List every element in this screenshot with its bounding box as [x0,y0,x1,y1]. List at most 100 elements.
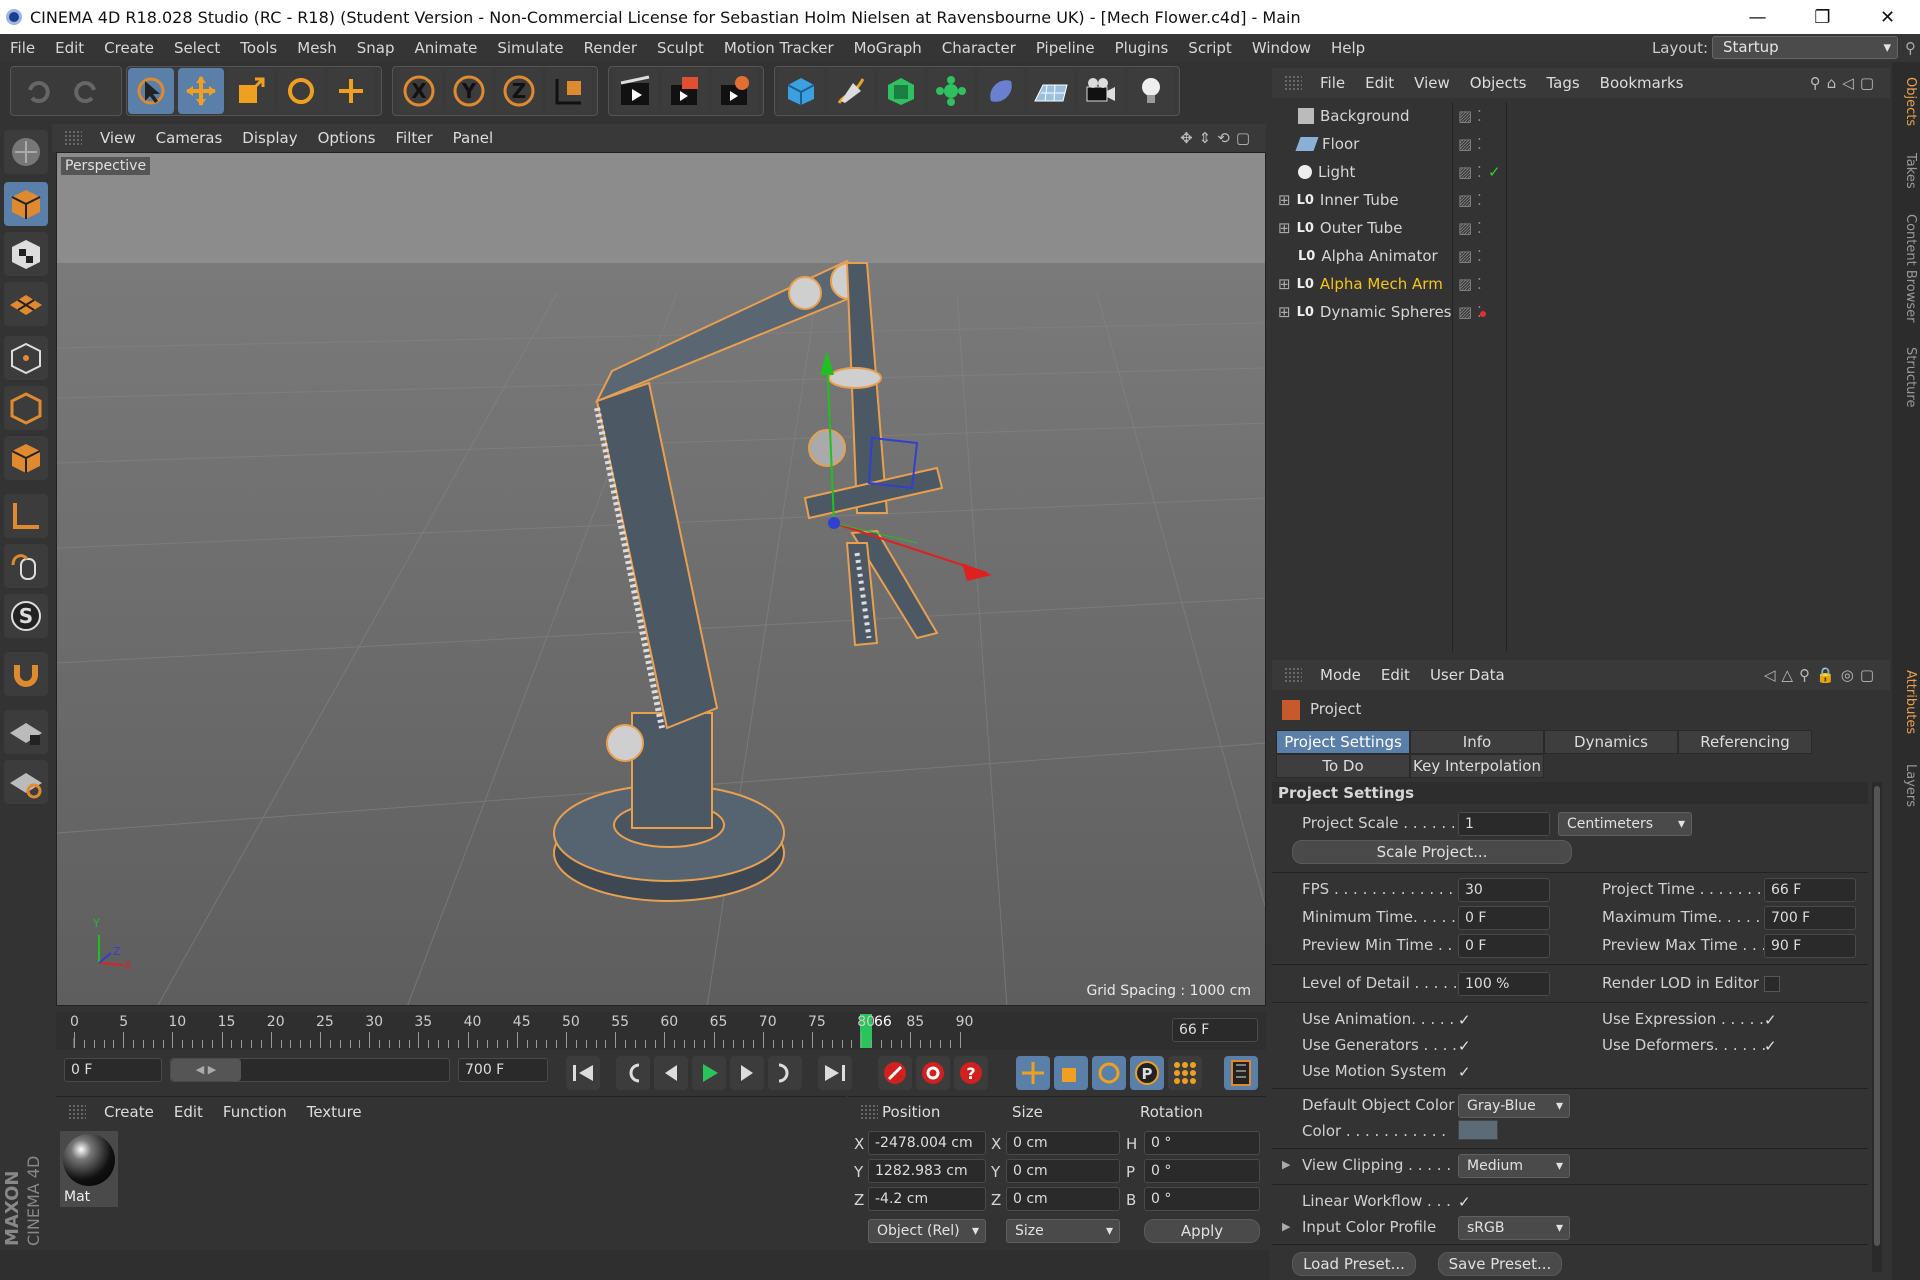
light-icon[interactable] [1128,68,1174,114]
object-row-inner-tube[interactable]: ⊞ L0 Inner Tube ▨ ⁚ [1272,186,1692,214]
attributes-scrollbar[interactable] [1872,782,1882,1272]
tab-to-do[interactable]: To Do [1276,754,1410,778]
record-key-icon[interactable] [878,1056,912,1090]
z-axis-icon[interactable]: Z [496,68,542,114]
attributes-menu-edit[interactable]: Edit [1371,666,1420,684]
menu-simulate[interactable]: Simulate [487,39,573,57]
end-frame-field[interactable]: 700 F [458,1058,548,1082]
key-pla-icon[interactable] [1168,1056,1202,1090]
planar-workplane-icon[interactable] [4,760,48,804]
timeline-window-icon[interactable] [1224,1056,1258,1090]
menu-tools[interactable]: Tools [230,39,287,57]
deformer-icon[interactable] [978,68,1024,114]
viewport-perspective[interactable]: Y X Z Perspective Grid Spacing : 1000 cm [56,152,1266,1006]
menu-sculpt[interactable]: Sculpt [647,39,714,57]
texture-mode-icon[interactable] [4,232,48,276]
use-generators-checkbox[interactable]: ✓ [1458,1038,1474,1054]
viewport-menu-display[interactable]: Display [232,129,307,147]
tab-layers[interactable]: Layers [1894,756,1918,816]
camera-icon[interactable] [1078,68,1124,114]
menu-character[interactable]: Character [932,39,1026,57]
rotation-b-field[interactable]: 0 ° [1144,1187,1260,1211]
menu-pipeline[interactable]: Pipeline [1026,39,1105,57]
menu-select[interactable]: Select [164,39,230,57]
menu-animate[interactable]: Animate [405,39,488,57]
lod-field[interactable]: 100 % [1458,972,1550,996]
tab-key-interpolation[interactable]: Key Interpolation [1410,754,1544,778]
size-x-field[interactable]: 0 cm [1006,1131,1120,1155]
project-time-field[interactable]: 66 F [1764,878,1856,902]
objects-menu-objects[interactable]: Objects [1460,74,1537,92]
x-axis-icon[interactable]: X [396,68,442,114]
menu-create[interactable]: Create [94,39,164,57]
tab-takes[interactable]: Takes [1894,146,1918,196]
tab-structure[interactable]: Structure [1894,342,1918,412]
expand-icon[interactable]: ⊞ [1278,275,1291,293]
make-editable-icon[interactable] [4,130,48,174]
play-icon[interactable] [692,1056,726,1090]
material-menu-create[interactable]: Create [94,1103,164,1121]
workplane-mode-icon[interactable] [4,282,48,326]
solo-mode-icon[interactable]: S [4,594,48,638]
use-deformers-checkbox[interactable]: ✓ [1764,1038,1780,1054]
render-settings-icon[interactable] [712,68,758,114]
panel-grip-icon[interactable] [860,1104,878,1120]
color-swatch[interactable] [1458,1120,1498,1140]
object-row-dynamic-spheres[interactable]: ⊞ L0 Dynamic Spheres ▨ ⁚ [1272,298,1692,326]
attributes-menu-user-data[interactable]: User Data [1420,666,1515,684]
subdivision-icon[interactable] [878,68,924,114]
position-x-field[interactable]: -2478.004 cm [868,1131,986,1155]
material-menu-function[interactable]: Function [213,1103,297,1121]
size-y-field[interactable]: 0 cm [1006,1159,1120,1183]
panel-grip-icon[interactable] [68,1104,86,1120]
scale-icon[interactable] [228,68,274,114]
menu-help[interactable]: Help [1321,39,1375,57]
key-rotation-icon[interactable] [1092,1056,1126,1090]
object-row-outer-tube[interactable]: ⊞ L0 Outer Tube ▨ ⁚ [1272,214,1692,242]
visibility-dots-icon[interactable]: ▨ ⁚ [1458,163,1482,181]
autokey-icon[interactable] [916,1056,950,1090]
visibility-dots-icon[interactable]: ▨ ⁚ [1458,247,1482,265]
polygons-mode-icon[interactable] [4,436,48,480]
objects-menu-file[interactable]: File [1310,74,1355,92]
rotation-h-field[interactable]: 0 ° [1144,1131,1260,1155]
menu-motion-tracker[interactable]: Motion Tracker [714,39,844,57]
checkmark-icon[interactable]: ✓ [1488,163,1501,181]
current-frame-field[interactable]: 66 F [1172,1018,1258,1042]
size-mode-select[interactable]: Size ▾ [1006,1219,1120,1243]
redo-icon[interactable] [64,68,110,114]
visibility-dots-icon[interactable]: ▨ ⁚ [1458,219,1482,237]
panel-grip-icon[interactable] [1284,75,1302,91]
menu-script[interactable]: Script [1178,39,1242,57]
menu-file[interactable]: File [0,39,45,57]
floor-object-icon[interactable] [1028,68,1074,114]
expand-arrow-icon[interactable]: ▶ [1282,1158,1290,1171]
edges-mode-icon[interactable] [4,386,48,430]
apply-button[interactable]: Apply [1144,1219,1260,1243]
undo-icon[interactable] [14,68,60,114]
use-motion-checkbox[interactable]: ✓ [1458,1064,1474,1080]
move-icon[interactable] [178,68,224,114]
render-lod-checkbox[interactable] [1764,976,1780,992]
tab-info[interactable]: Info [1410,730,1544,754]
viewport-menu-filter[interactable]: Filter [385,129,442,147]
default-color-select[interactable]: Gray-Blue ▾ [1458,1094,1570,1118]
menu-plugins[interactable]: Plugins [1105,39,1179,57]
start-frame-field[interactable]: 0 F [64,1058,162,1082]
viewport-nav-icons[interactable]: ✥⇕⟲▢ [1180,129,1256,147]
object-row-alpha-animator[interactable]: L0 Alpha Animator ▨ ⁚ [1272,242,1692,270]
position-y-field[interactable]: 1282.983 cm [868,1159,986,1183]
save-preset-button[interactable]: Save Preset... [1438,1252,1562,1276]
render-off-dot-icon[interactable] [1480,311,1486,317]
material-swatch[interactable]: Mat [60,1131,118,1207]
expand-arrow-icon[interactable]: ▶ [1282,1220,1290,1233]
cloner-icon[interactable] [928,68,974,114]
restore-icon[interactable]: ❐ [1790,7,1855,28]
object-row-background[interactable]: Background ▨ ⁚ [1272,102,1692,130]
material-menu-edit[interactable]: Edit [164,1103,213,1121]
attributes-nav-icons[interactable]: ◁△⚲🔒◎▢ [1764,666,1880,684]
objects-menu-bookmarks[interactable]: Bookmarks [1590,74,1694,92]
menu-window[interactable]: Window [1242,39,1321,57]
menu-render[interactable]: Render [574,39,647,57]
rotation-p-field[interactable]: 0 ° [1144,1159,1260,1183]
